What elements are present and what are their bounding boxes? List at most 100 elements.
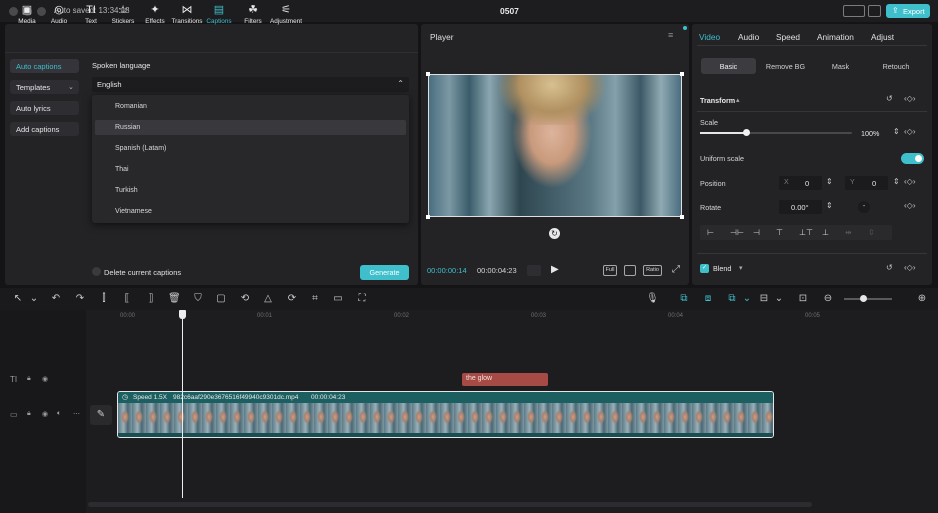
generate-button[interactable]: Generate <box>360 265 409 280</box>
playhead[interactable] <box>182 318 183 498</box>
video-clip[interactable]: ◷ Speed 1.5X 982c6aaf290e3676516f49940c9… <box>117 391 774 438</box>
more-icon[interactable]: ⋯ <box>73 410 80 418</box>
delete-captions-checkbox[interactable] <box>92 267 101 276</box>
dropdown-option[interactable]: Romanian <box>95 99 406 114</box>
tab-animation[interactable]: Animation <box>817 32 854 42</box>
tool-effects[interactable]: ✦ Effects <box>139 4 171 28</box>
align-top-icon[interactable]: ⊤ <box>776 228 783 237</box>
zoom-in-icon[interactable]: ⊕ <box>916 293 928 304</box>
sidebar-item-add-captions[interactable]: Add captions <box>10 122 79 136</box>
full-quality-button[interactable]: Full <box>603 265 617 276</box>
edit-cover-icon[interactable]: ✎ <box>90 405 112 425</box>
delete-icon[interactable]: 🗑︎ <box>168 293 181 304</box>
reverse-icon[interactable]: ⟲ <box>239 293 251 304</box>
lock-icon[interactable]: 🔒︎ <box>27 410 31 418</box>
chevron-down-icon[interactable]: ⌄ <box>741 293 753 304</box>
keyframe-icon[interactable]: ‹◇› <box>904 127 915 136</box>
tab-video[interactable]: Video <box>699 32 720 42</box>
sidebar-item-auto-captions[interactable]: Auto captions <box>10 59 79 73</box>
playhead-handle[interactable] <box>179 310 186 319</box>
keyframe-icon[interactable]: ‹◇› <box>904 177 915 186</box>
split-left-icon[interactable]: ⟦ <box>121 293 133 304</box>
zoom-out-icon[interactable]: ⊖ <box>822 293 834 304</box>
subtab-retouch[interactable]: Retouch <box>868 58 924 74</box>
keyframe-icon[interactable]: ‹◇› <box>904 94 915 103</box>
freeze-icon[interactable]: ▢ <box>215 293 227 304</box>
keyframe-icon[interactable]: ‹◇› <box>904 263 915 272</box>
zoom-slider-handle[interactable] <box>860 295 867 302</box>
tool-captions[interactable]: ▤ Captions <box>203 4 235 28</box>
rotate-dial[interactable]: - <box>858 201 870 213</box>
resize-handle-br[interactable] <box>680 215 684 219</box>
frame-icon[interactable] <box>527 265 541 276</box>
resize-handle-bl[interactable] <box>426 215 430 219</box>
eye-icon[interactable]: ◉ <box>42 410 48 418</box>
reset-icon[interactable]: ↺ <box>886 94 893 103</box>
caption-icon[interactable]: ▭ <box>332 293 344 304</box>
dropdown-option[interactable]: Russian <box>95 120 406 135</box>
magnet-icon[interactable]: ⧈ <box>702 293 714 304</box>
align-left-icon[interactable]: ⊢ <box>707 228 714 237</box>
timeline-scrollbar[interactable] <box>88 502 812 507</box>
stepper-icon[interactable]: ⇕ <box>893 127 900 136</box>
stepper-icon[interactable]: ⇕ <box>893 177 900 186</box>
tab-audio[interactable]: Audio <box>738 32 759 42</box>
reset-icon[interactable]: ↺ <box>886 263 893 272</box>
ratio-button[interactable]: Ratio <box>643 265 662 276</box>
stepper-icon[interactable]: ⇕ <box>826 201 833 210</box>
align-bottom-icon[interactable]: ⊥ <box>822 228 829 237</box>
language-select[interactable]: English ⌃ <box>92 77 409 92</box>
tool-stickers[interactable]: ☆ Stickers <box>107 4 139 28</box>
dropdown-option[interactable]: Turkish <box>95 183 406 198</box>
uniform-scale-toggle[interactable] <box>901 153 924 164</box>
split-right-icon[interactable]: ⟧ <box>145 293 157 304</box>
rotate-field[interactable]: 0.00° <box>779 200 822 214</box>
shield-icon[interactable]: ⛉ <box>192 293 204 304</box>
dropdown-option[interactable]: Vietnamese <box>95 204 406 219</box>
video-preview[interactable] <box>428 74 682 217</box>
snap-icon[interactable]: ⧉ <box>726 293 738 304</box>
distribute-v-icon[interactable]: ⇳ <box>868 228 875 237</box>
eye-icon[interactable]: ◉ <box>42 375 48 383</box>
tab-speed[interactable]: Speed <box>776 32 800 42</box>
tool-text[interactable]: TI Text <box>75 4 107 28</box>
tool-transitions[interactable]: ⋈ Transitions <box>171 4 203 28</box>
zoom-slider[interactable] <box>844 298 892 300</box>
stepper-icon[interactable]: ⇕ <box>826 177 833 186</box>
sidebar-item-auto-lyrics[interactable]: Auto lyrics <box>10 101 79 115</box>
dropdown-option[interactable]: Thai <box>95 162 406 177</box>
caption-clip[interactable]: the glow <box>462 373 548 386</box>
auto-reframe-icon[interactable]: ⛶ <box>356 293 368 304</box>
play-icon[interactable]: ▶ <box>551 264 559 275</box>
audio-icon[interactable]: 🔈︎ <box>57 410 61 418</box>
subtab-mask[interactable]: Mask <box>813 58 868 74</box>
layout-icon[interactable] <box>843 5 865 17</box>
scale-slider-handle[interactable] <box>742 129 750 136</box>
select-icon[interactable]: ↖ <box>12 293 24 304</box>
tool-adjustment[interactable]: ⚟ Adjustment <box>265 4 307 28</box>
tool-audio[interactable]: ◎ Audio <box>43 4 75 28</box>
redo-icon[interactable]: ↷ <box>74 293 86 304</box>
dropdown-option[interactable]: Spanish (Latam) <box>95 141 406 156</box>
screen-icon[interactable]: ⊡ <box>797 293 809 304</box>
mic-icon[interactable]: 🎙︎ <box>646 293 659 304</box>
rotate-icon[interactable]: ⟳ <box>286 293 298 304</box>
subtab-remove-bg[interactable]: Remove BG <box>758 58 813 74</box>
tab-adjust[interactable]: Adjust <box>871 32 894 42</box>
menu-icon[interactable]: ≡ <box>668 30 673 40</box>
mirror-icon[interactable]: △ <box>262 293 274 304</box>
scale-value[interactable]: 100% <box>861 129 879 138</box>
align-right-icon[interactable]: ⊣ <box>753 228 760 237</box>
split-icon[interactable]: ⫿ <box>98 293 110 304</box>
position-x-field[interactable]: X 0 <box>779 176 822 190</box>
align-center-h-icon[interactable]: ⊣⊢ <box>730 228 744 237</box>
rotate-preview-icon[interactable]: ↻ <box>549 228 560 239</box>
resize-handle-tl[interactable] <box>426 72 430 76</box>
crop-icon[interactable]: ⌗ <box>309 293 321 304</box>
position-y-field[interactable]: Y 0 <box>845 176 888 190</box>
keyframe-icon[interactable]: ‹◇› <box>904 201 915 210</box>
chevron-up-icon[interactable]: ▴ <box>736 96 740 104</box>
lock-icon[interactable]: 🔒︎ <box>27 375 31 383</box>
chevron-down-icon[interactable]: ⌄ <box>28 293 40 304</box>
subtab-basic[interactable]: Basic <box>701 58 756 74</box>
